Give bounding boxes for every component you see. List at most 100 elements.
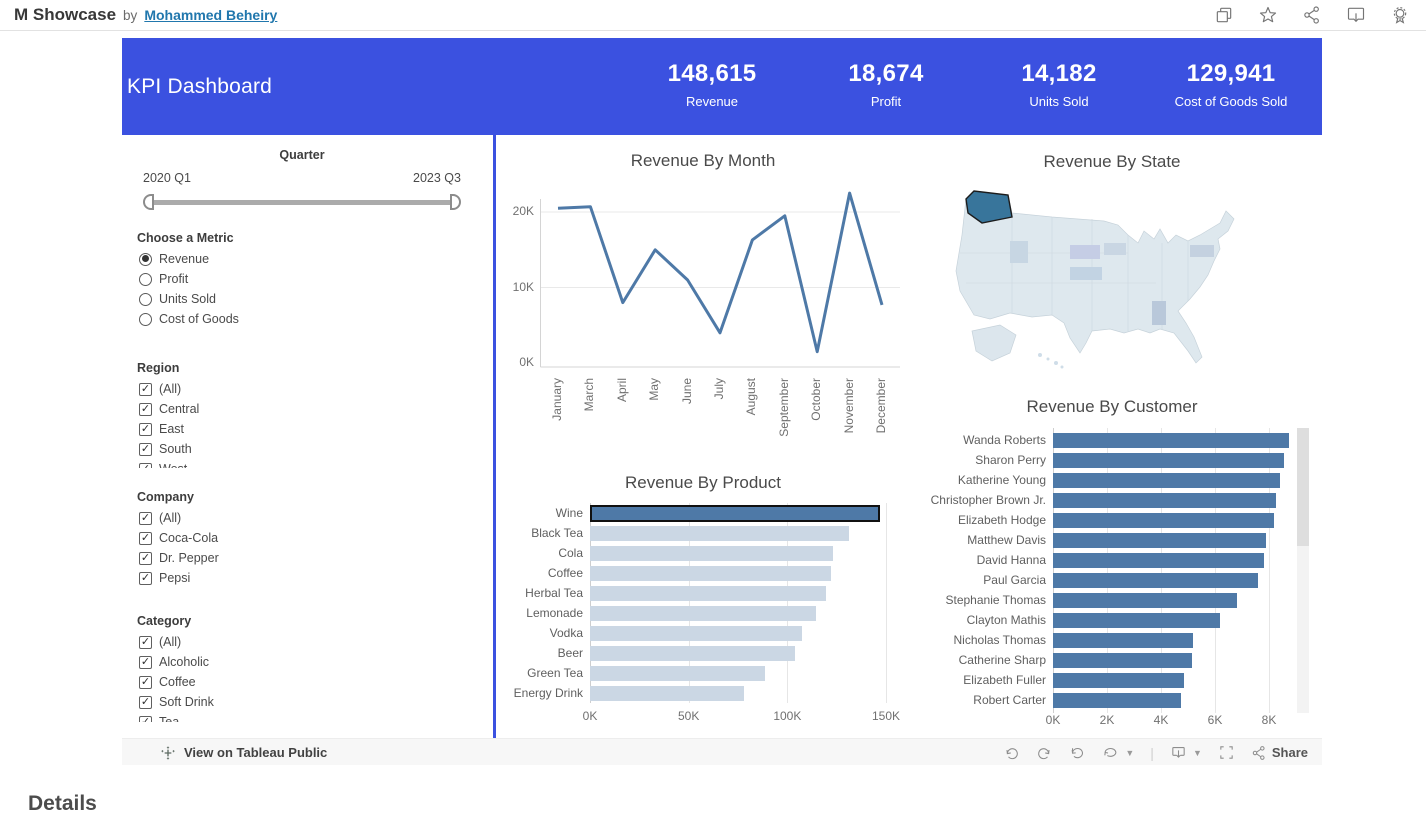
state-hawaii[interactable]: [1038, 353, 1064, 369]
category-option-coffee[interactable]: ✓Coffee: [139, 672, 214, 692]
share-icon: [1251, 745, 1267, 761]
checkbox-icon[interactable]: ✓: [139, 676, 152, 689]
category-option-all[interactable]: ✓(All): [139, 632, 214, 652]
bar-vodka[interactable]: [590, 626, 802, 641]
bar-paul-garcia[interactable]: [1053, 573, 1258, 588]
radio-icon[interactable]: [139, 253, 152, 266]
radio-icon[interactable]: [139, 313, 152, 326]
bar-nicholas-thomas[interactable]: [1053, 633, 1193, 648]
company-option-pepsi[interactable]: ✓Pepsi: [139, 568, 219, 588]
revenue-line-series[interactable]: [558, 193, 882, 352]
region-option-west[interactable]: ✓West: [139, 459, 199, 468]
checkbox-icon[interactable]: ✓: [139, 552, 152, 565]
y-axis-tick: 10K: [513, 280, 534, 294]
radio-icon[interactable]: [139, 273, 152, 286]
bar-row-katherine-young: Katherine Young: [908, 470, 1296, 490]
checkbox-label: Dr. Pepper: [159, 551, 219, 565]
checkbox-icon[interactable]: ✓: [139, 636, 152, 649]
author-link[interactable]: Mohammed Beheiry: [144, 7, 277, 23]
company-option-coca-cola[interactable]: ✓Coca-Cola: [139, 528, 219, 548]
refresh-icon[interactable]: [1102, 744, 1119, 761]
metric-option-profit[interactable]: Profit: [139, 269, 239, 289]
bar-track: [590, 503, 890, 523]
bar-christopher-brown-jr[interactable]: [1053, 493, 1276, 508]
metric-option-cost-of-goods[interactable]: Cost of Goods: [139, 309, 239, 329]
bar-wanda-roberts[interactable]: [1053, 433, 1289, 448]
award-icon[interactable]: [1390, 5, 1410, 25]
category-option-alcoholic[interactable]: ✓Alcoholic: [139, 652, 214, 672]
x-axis-tick: 0K: [1046, 713, 1061, 727]
region-option-all[interactable]: ✓(All): [139, 379, 199, 399]
customer-scrollbar[interactable]: [1297, 428, 1309, 713]
undo-icon[interactable]: [1003, 744, 1020, 761]
download-caret-icon[interactable]: ▼: [1193, 748, 1202, 758]
bar-robert-carter[interactable]: [1053, 693, 1181, 708]
bar-cola[interactable]: [590, 546, 833, 561]
redo-icon[interactable]: [1036, 744, 1053, 761]
quarter-range-slider[interactable]: [143, 193, 461, 211]
radio-icon[interactable]: [139, 293, 152, 306]
tableau-logo-icon: [160, 745, 176, 761]
checkbox-icon[interactable]: ✓: [139, 383, 152, 396]
metric-option-units-sold[interactable]: Units Sold: [139, 289, 239, 309]
bar-coffee[interactable]: [590, 566, 831, 581]
download-icon[interactable]: [1170, 744, 1187, 761]
kpi-value: 18,674: [799, 60, 973, 88]
company-option-dr-pepper[interactable]: ✓ Dr. Pepper: [139, 548, 219, 568]
revenue-by-month-line-chart[interactable]: [540, 185, 900, 371]
bar-catherine-sharp[interactable]: [1053, 653, 1192, 668]
slider-track[interactable]: [151, 200, 453, 205]
bar-matthew-davis[interactable]: [1053, 533, 1266, 548]
checkbox-icon[interactable]: ✓: [139, 696, 152, 709]
revert-icon[interactable]: [1069, 744, 1086, 761]
bar-stephanie-thomas[interactable]: [1053, 593, 1237, 608]
region-option-central[interactable]: ✓Central: [139, 399, 199, 419]
bar-sharon-perry[interactable]: [1053, 453, 1284, 468]
bar-label: Beer: [488, 646, 590, 660]
download-view-icon[interactable]: [1346, 5, 1366, 25]
fullscreen-icon[interactable]: [1218, 744, 1235, 761]
checkbox-icon[interactable]: ✓: [139, 512, 152, 525]
state-alaska[interactable]: [972, 325, 1016, 361]
slider-handle-end[interactable]: [450, 194, 461, 210]
share-icon[interactable]: [1302, 5, 1322, 25]
bar-katherine-young[interactable]: [1053, 473, 1280, 488]
checkbox-icon[interactable]: ✓: [139, 423, 152, 436]
bar-lemonade[interactable]: [590, 606, 816, 621]
checkbox-icon[interactable]: ✓: [139, 463, 152, 469]
scrollbar-thumb[interactable]: [1297, 428, 1309, 546]
checkbox-icon[interactable]: ✓: [139, 443, 152, 456]
bar-elizabeth-fuller[interactable]: [1053, 673, 1184, 688]
bar-row-green-tea: Green Tea: [488, 663, 890, 683]
bar-wine[interactable]: [590, 505, 880, 522]
bar-beer[interactable]: [590, 646, 795, 661]
checkbox-icon[interactable]: ✓: [139, 532, 152, 545]
checkbox-icon[interactable]: ✓: [139, 656, 152, 669]
toolbar-actions: ▼ | ▼ Share: [1003, 739, 1308, 766]
checkbox-icon[interactable]: ✓: [139, 572, 152, 585]
bar-label: David Hanna: [908, 553, 1053, 567]
refresh-caret-icon[interactable]: ▼: [1125, 748, 1134, 758]
favorite-star-icon[interactable]: [1258, 5, 1278, 25]
company-option-all[interactable]: ✓(All): [139, 508, 219, 528]
region-option-south[interactable]: ✓South: [139, 439, 199, 459]
bar-black-tea[interactable]: [590, 526, 849, 541]
checkbox-icon[interactable]: ✓: [139, 716, 152, 723]
bar-herbal-tea[interactable]: [590, 586, 826, 601]
slider-handle-start[interactable]: [143, 194, 154, 210]
share-button[interactable]: Share: [1251, 745, 1308, 761]
metric-option-revenue[interactable]: Revenue: [139, 249, 239, 269]
bar-energy-drink[interactable]: [590, 686, 744, 701]
bar-green-tea[interactable]: [590, 666, 765, 681]
category-option-tea[interactable]: ✓Tea: [139, 712, 214, 722]
us-choropleth-map[interactable]: [952, 183, 1267, 373]
region-option-east[interactable]: ✓East: [139, 419, 199, 439]
share-label: Share: [1272, 745, 1308, 760]
bar-elizabeth-hodge[interactable]: [1053, 513, 1274, 528]
bar-clayton-mathis[interactable]: [1053, 613, 1220, 628]
category-option-soft-drink[interactable]: ✓Soft Drink: [139, 692, 214, 712]
checkbox-icon[interactable]: ✓: [139, 403, 152, 416]
view-on-tableau-button[interactable]: View on Tableau Public: [160, 739, 327, 766]
copy-icon[interactable]: [1214, 5, 1234, 25]
bar-david-hanna[interactable]: [1053, 553, 1264, 568]
